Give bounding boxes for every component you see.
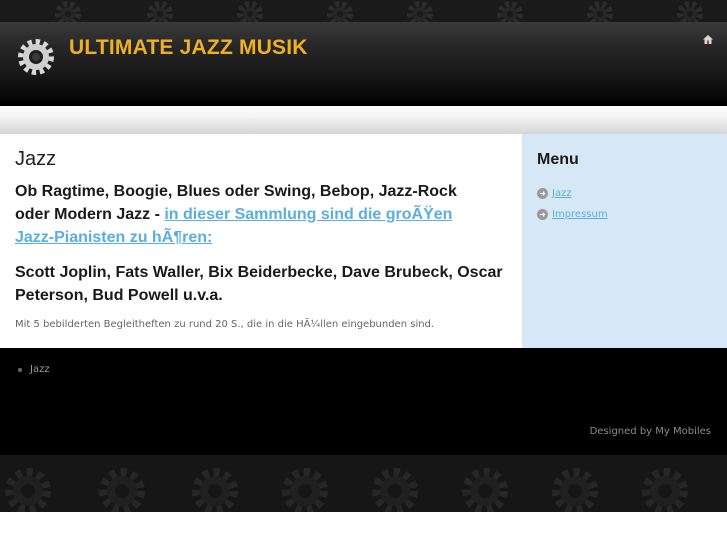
site-header: ULTIMATE JAZZ MUSIK (0, 22, 727, 106)
arrow-right-icon (537, 208, 548, 220)
menu-item-label[interactable]: Impressum (552, 209, 608, 220)
booklet-note: Mit 5 bebilderten Begleitheften zu rund … (15, 319, 435, 330)
menu-title: Menu (537, 151, 579, 168)
page-title: Jazz (15, 148, 57, 170)
footer-link-jazz[interactable]: Jazz (18, 364, 50, 375)
arrow-right-icon (537, 187, 548, 199)
menu-item-label[interactable]: Jazz (552, 188, 572, 199)
menu-item-jazz[interactable]: Jazz (537, 183, 712, 203)
sidebar-menu: Menu Jazz Impressum (522, 134, 727, 348)
footer-link-label[interactable]: Jazz (30, 364, 50, 375)
nav-bar (0, 106, 727, 134)
gear-pattern-icon (0, 0, 727, 22)
gear-pattern-icon (0, 455, 727, 512)
designer-credit[interactable]: Designed by My Mobiles (590, 426, 711, 437)
pianist-names: Scott Joplin, Fats Waller, Bix Beiderbec… (15, 264, 503, 304)
main-content: Jazz Ob Ragtime, Boogie, Blues oder Swin… (0, 134, 522, 348)
site-title[interactable]: ULTIMATE JAZZ MUSIK (69, 36, 308, 60)
site-footer: Jazz Designed by My Mobiles (0, 348, 727, 455)
menu-item-impressum[interactable]: Impressum (537, 204, 712, 224)
home-icon[interactable] (703, 35, 713, 44)
bullet-icon (18, 367, 22, 372)
gear-pattern-top (0, 0, 727, 22)
lead-paragraph: Ob Ragtime, Boogie, Blues oder Swing, Be… (15, 180, 495, 249)
gear-icon (18, 39, 54, 75)
gear-pattern-bottom (0, 455, 727, 512)
